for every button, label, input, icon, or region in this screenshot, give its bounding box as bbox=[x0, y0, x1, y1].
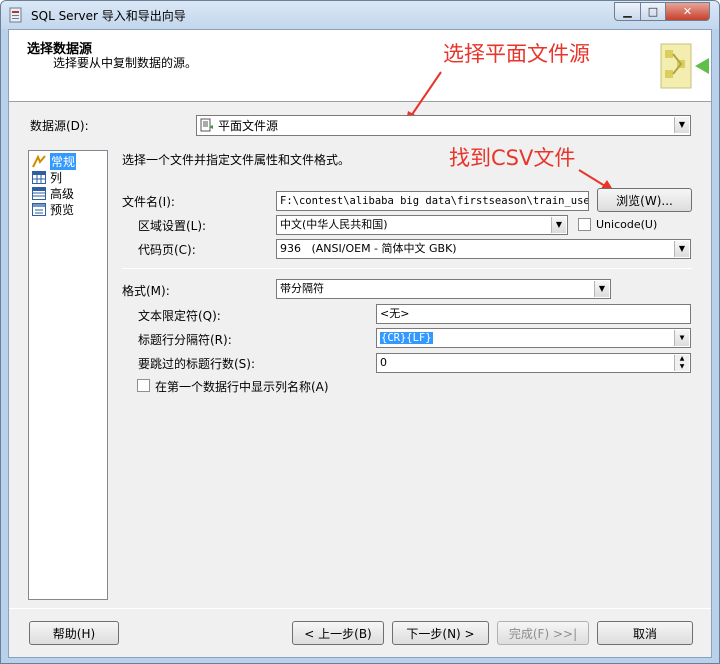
datasource-dropdown-icon[interactable]: ▼ bbox=[674, 117, 689, 133]
annotation-find-csv: 找到CSV文件 bbox=[449, 146, 576, 170]
page-subtitle: 选择要从中复制数据的源。 bbox=[53, 56, 198, 70]
sql-server-app-icon bbox=[9, 7, 22, 23]
nav-item-preview[interactable]: 预览 bbox=[32, 201, 74, 217]
header-row-delimiter-label: 标题行分隔符(R): bbox=[138, 333, 232, 347]
text-qualifier-label: 文本限定符(Q): bbox=[138, 309, 221, 323]
wizard-header: 选择数据源 选择要从中复制数据的源。 选择平面文件源 bbox=[9, 30, 711, 102]
separator bbox=[122, 268, 692, 269]
nav-item-label: 高级 bbox=[50, 186, 75, 201]
format-combobox[interactable]: 带分隔符 ▼ bbox=[276, 279, 611, 299]
header-row-delimiter-value: {CR}{LF} bbox=[380, 332, 433, 344]
annotation-select-flat-file: 选择平面文件源 bbox=[443, 42, 590, 66]
preview-icon bbox=[32, 202, 46, 216]
locale-label: 区域设置(L): bbox=[138, 219, 207, 233]
header-row-delimiter-dropdown-icon[interactable]: ▼ bbox=[674, 330, 689, 346]
wizard-graphic-icon bbox=[660, 43, 709, 89]
datasource-value: 平面文件源 bbox=[218, 119, 279, 133]
locale-dropdown-icon[interactable]: ▼ bbox=[551, 217, 566, 233]
nav-item-advanced[interactable]: 高级 bbox=[32, 185, 74, 201]
filename-label: 文件名(I): bbox=[122, 195, 175, 209]
codepage-combobox[interactable]: 936 (ANSI/OEM - 简体中文 GBK) ▼ bbox=[276, 239, 691, 259]
header-rows-skip-label: 要跳过的标题行数(S): bbox=[138, 357, 256, 371]
footer-separator bbox=[9, 608, 711, 609]
format-dropdown-icon[interactable]: ▼ bbox=[594, 281, 609, 297]
columns-icon bbox=[32, 170, 46, 184]
minimize-icon: ▁ bbox=[623, 5, 632, 18]
unicode-checkbox[interactable] bbox=[578, 218, 591, 231]
locale-value: 中文(中华人民共和国) bbox=[280, 218, 388, 231]
codepage-label: 代码页(C): bbox=[138, 243, 196, 257]
datasource-label: 数据源(D): bbox=[30, 119, 89, 133]
advanced-icon bbox=[32, 186, 46, 200]
nav-item-label: 预览 bbox=[50, 202, 75, 217]
first-row-column-names-label: 在第一个数据行中显示列名称(A) bbox=[155, 380, 329, 394]
maximize-button[interactable]: □ bbox=[640, 2, 666, 21]
next-button[interactable]: 下一步(N) > bbox=[392, 621, 489, 645]
header-rows-skip-value: 0 bbox=[380, 356, 387, 369]
cancel-button[interactable]: 取消 bbox=[597, 621, 693, 645]
codepage-value: 936 (ANSI/OEM - 简体中文 GBK) bbox=[280, 242, 457, 255]
unicode-label: Unicode(U) bbox=[596, 218, 658, 231]
nav-item-columns[interactable]: 列 bbox=[32, 169, 62, 185]
wizard-client-area: 选择数据源 选择要从中复制数据的源。 选择平面文件源 数据源(D): 平面文件源… bbox=[8, 29, 712, 658]
codepage-dropdown-icon[interactable]: ▼ bbox=[674, 241, 689, 257]
filename-input[interactable]: F:\contest\alibaba big data\firstseason\… bbox=[276, 191, 589, 211]
maximize-icon: □ bbox=[647, 5, 659, 18]
close-button[interactable]: ✕ bbox=[665, 2, 710, 21]
format-label: 格式(M): bbox=[122, 284, 170, 298]
finish-button[interactable]: 完成(F) >>| bbox=[497, 621, 589, 645]
browse-button[interactable]: 浏览(W)... bbox=[597, 188, 692, 212]
general-instruction: 选择一个文件并指定文件属性和文件格式。 bbox=[122, 153, 351, 167]
minimize-button[interactable]: ▁ bbox=[614, 2, 641, 21]
back-button[interactable]: < 上一步(B) bbox=[292, 621, 384, 645]
header-rows-skip-stepper[interactable]: 0 ▲ ▼ bbox=[376, 353, 691, 373]
first-row-column-names-checkbox[interactable] bbox=[137, 379, 150, 392]
nav-item-label: 列 bbox=[50, 170, 63, 185]
nav-item-general[interactable]: 常规 bbox=[32, 152, 77, 170]
general-icon bbox=[32, 154, 46, 167]
options-nav-list: 常规 列 高级 预览 bbox=[28, 150, 108, 600]
window-title: SQL Server 导入和导出向导 bbox=[31, 9, 186, 23]
spinner-icon[interactable]: ▲ ▼ bbox=[674, 355, 689, 371]
format-value: 带分隔符 bbox=[280, 282, 324, 295]
title-bar[interactable]: SQL Server 导入和导出向导 ▁ □ ✕ bbox=[1, 1, 719, 29]
header-row-delimiter-combobox[interactable]: {CR}{LF} ▼ bbox=[376, 328, 691, 348]
close-icon: ✕ bbox=[682, 5, 693, 18]
datasource-combobox[interactable]: 平面文件源 ▼ bbox=[196, 115, 691, 136]
text-qualifier-input[interactable]: <无> bbox=[376, 304, 691, 324]
nav-item-label: 常规 bbox=[50, 152, 77, 170]
help-button[interactable]: 帮助(H) bbox=[29, 621, 119, 645]
flat-file-source-icon bbox=[200, 118, 213, 132]
locale-combobox[interactable]: 中文(中华人民共和国) ▼ bbox=[276, 215, 568, 235]
wizard-window: SQL Server 导入和导出向导 ▁ □ ✕ 选择数据源 选择要从中复制数据… bbox=[0, 0, 720, 664]
